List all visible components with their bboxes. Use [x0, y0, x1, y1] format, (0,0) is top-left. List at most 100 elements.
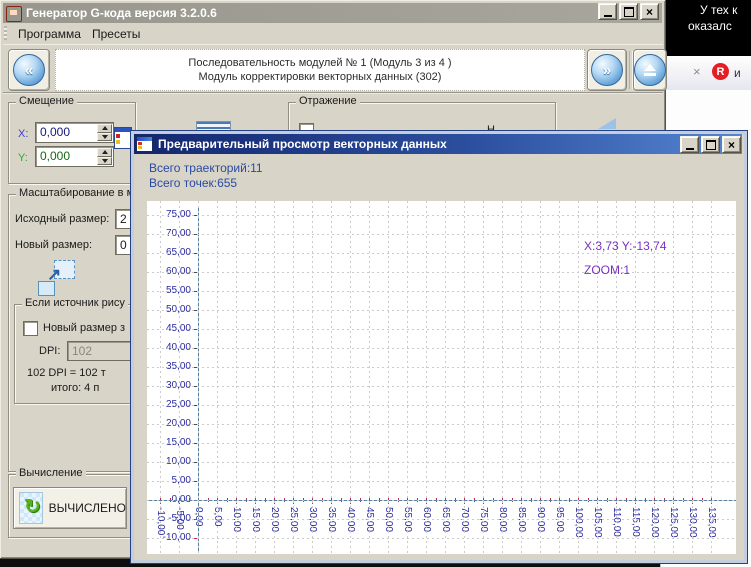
dpi-note-line2: итого: 4 п [51, 382, 99, 394]
offset-x-label: X: [18, 128, 28, 140]
vertical-gridline [635, 201, 636, 554]
preview-close-button[interactable]: × [722, 136, 741, 153]
vertical-gridline [464, 201, 465, 554]
menu-program[interactable]: Программа [12, 26, 87, 42]
vertical-gridline [236, 201, 237, 554]
background-window: У тех к оказалс [660, 0, 751, 56]
background-toolbar: × R и [660, 56, 751, 91]
compute-group-title: Вычисление [16, 467, 86, 479]
next-module-button[interactable]: » [587, 49, 627, 91]
prev-arrows-icon: « [13, 54, 45, 86]
reflection-group-title: Отражение [296, 95, 360, 107]
dpi-input[interactable]: 102 [67, 341, 135, 361]
offset-x-value: 0,000 [40, 125, 70, 139]
offset-x-spinner[interactable] [97, 124, 112, 141]
vertical-gridline [540, 201, 541, 554]
offset-y-label: Y: [18, 152, 28, 164]
preview-window-title: Предварительный просмотр векторных данны… [158, 137, 447, 151]
vertical-gridline [692, 201, 693, 554]
vertical-gridline [654, 201, 655, 554]
new-size-label: Новый размер: [15, 239, 92, 251]
vertical-gridline [255, 201, 256, 554]
offset-y-input[interactable]: 0,000 [35, 146, 114, 167]
next-arrows-icon: » [591, 54, 623, 86]
stats-trajectories: Всего траекторий:11 [149, 161, 263, 175]
module-sequence-line2: Модуль корректировки векторных данных (3… [199, 70, 442, 84]
source-size-label: Исходный размер: [15, 213, 109, 225]
vertical-gridline [673, 201, 674, 554]
form-icon [136, 136, 153, 152]
module-navigation-panel: « Последовательность модулей № 1 (Модуль… [3, 44, 663, 94]
vertical-gridline [369, 201, 370, 554]
new-size-value: 0 [120, 238, 127, 252]
reflection-icon [598, 118, 616, 129]
rutube-logo-icon[interactable]: R [712, 63, 729, 80]
dpi-label: DPI: [39, 345, 60, 357]
minimize-button[interactable] [598, 3, 617, 20]
module-sequence-box: Последовательность модулей № 1 (Модуль 3… [55, 49, 585, 91]
dpi-note-line1: 102 DPI = 102 т [27, 367, 106, 379]
plot-area[interactable]: 75,0070,0065,0060,0055,0050,0045,0040,00… [147, 201, 736, 554]
cursor-coordinates-readout: X:3,73 Y:-13,74 [584, 239, 667, 253]
vertical-gridline [711, 201, 712, 554]
vertical-gridline [350, 201, 351, 554]
menu-grip[interactable] [4, 26, 7, 40]
vertical-gridline [179, 201, 180, 554]
zoom-readout: ZOOM:1 [584, 263, 630, 277]
eject-button[interactable] [633, 49, 667, 91]
offset-y-spinner[interactable] [97, 148, 112, 165]
vertical-gridline [274, 201, 275, 554]
new-size-checkbox[interactable] [23, 321, 38, 336]
vertical-gridline [521, 201, 522, 554]
recalculate-icon: ↻ [19, 492, 43, 524]
preview-minimize-button[interactable] [680, 136, 699, 153]
preview-maximize-button[interactable] [701, 136, 720, 153]
vertical-gridline [217, 201, 218, 554]
new-size-checkbox-label: Новый размер з [43, 322, 125, 334]
background-text-line2: оказалс [688, 19, 732, 33]
background-text-line1: У тех к [700, 3, 737, 17]
main-caption-buttons: × [598, 3, 659, 20]
vertical-gridline [312, 201, 313, 554]
app-icon [6, 6, 22, 22]
main-window-title: Генератор G-кода версия 3.2.0.6 [26, 6, 217, 20]
computed-button[interactable]: ↻ ВЫЧИСЛЕНО [13, 487, 127, 529]
dpi-value: 102 [72, 344, 92, 358]
offset-group-title: Смещение [16, 95, 77, 107]
main-title-bar[interactable]: Генератор G-кода версия 3.2.0.6 [3, 3, 662, 23]
vertical-gridline [502, 201, 503, 554]
image-source-group-title: Если источник рису [22, 297, 128, 309]
preview-title-bar[interactable]: Предварительный просмотр векторных данны… [134, 134, 742, 154]
source-size-value: 2 [120, 212, 127, 226]
prev-module-button[interactable]: « [8, 49, 50, 91]
vertical-gridline [198, 201, 199, 554]
close-button[interactable]: × [640, 3, 659, 20]
preview-caption-buttons: × [680, 136, 741, 153]
vertical-gridline [407, 201, 408, 554]
vertical-gridline [426, 201, 427, 554]
vertical-gridline [445, 201, 446, 554]
toolbar-text-fragment: и [734, 66, 741, 80]
vertical-gridline [483, 201, 484, 554]
computed-button-label: ВЫЧИСЛЕНО [49, 501, 126, 515]
offset-x-input[interactable]: 0,000 [35, 122, 114, 143]
close-icon[interactable]: × [693, 64, 701, 79]
vertical-gridline [597, 201, 598, 554]
offset-y-value: 0,000 [40, 149, 70, 163]
menu-presets[interactable]: Пресеты [86, 26, 146, 42]
scaling-group-title: Масштабирование в м [16, 187, 137, 199]
desktop: { "main_window": { "title": "Генератор G… [0, 0, 751, 567]
vertical-gridline [331, 201, 332, 554]
vertical-gridline [616, 201, 617, 554]
stats-points: Всего точек:655 [149, 176, 237, 190]
resize-icon: ↗ [38, 260, 78, 298]
vertical-gridline [559, 201, 560, 554]
vertical-gridline [578, 201, 579, 554]
maximize-button[interactable] [619, 3, 638, 20]
vertical-gridline [293, 201, 294, 554]
module-sequence-line1: Последовательность модулей № 1 (Модуль 3… [188, 56, 451, 70]
eject-icon [634, 54, 666, 86]
vertical-gridline [388, 201, 389, 554]
preview-window: Предварительный просмотр векторных данны… [130, 130, 748, 564]
vertical-gridline [160, 201, 161, 554]
